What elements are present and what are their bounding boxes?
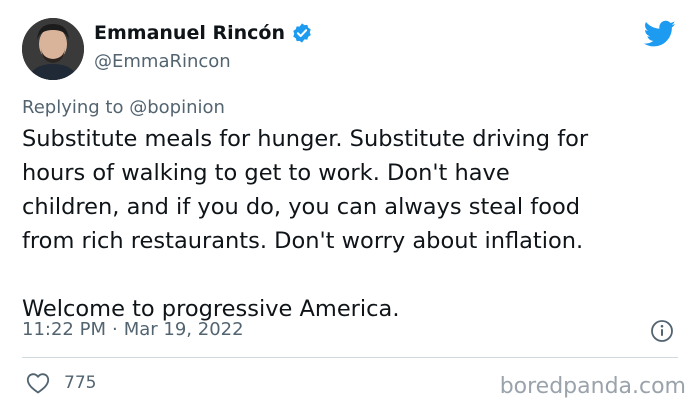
- tweet-card: Emmanuel Rincón @EmmaRincon Replying to …: [0, 0, 700, 410]
- verified-badge-icon: [291, 22, 313, 44]
- author-handle[interactable]: @EmmaRincon: [94, 51, 231, 72]
- tweet-text-line: from rich restaurants. Don't worry about…: [22, 228, 584, 254]
- tweet-text-line: children, and if you do, you can always …: [22, 194, 581, 220]
- avatar-image: [22, 18, 84, 80]
- info-icon[interactable]: [650, 319, 674, 343]
- avatar[interactable]: [22, 18, 84, 80]
- tweet-text-line: hours of walking to get to work. Don't h…: [22, 160, 510, 186]
- heart-icon[interactable]: [26, 372, 50, 394]
- meta-separator: ·: [111, 319, 118, 340]
- tweet-time: 11:22 PM: [22, 319, 106, 340]
- author-name-row: Emmanuel Rincón: [94, 22, 313, 44]
- divider: [22, 357, 678, 358]
- like-count: 775: [64, 373, 97, 393]
- tweet-date: Mar 19, 2022: [123, 319, 244, 340]
- tweet-text: Substitute meals for hunger. Substitute …: [22, 122, 682, 326]
- tweet-text-line: Substitute meals for hunger. Substitute …: [22, 126, 589, 152]
- bird-icon[interactable]: [643, 20, 676, 48]
- tweet-timestamp[interactable]: 11:22 PM · Mar 19, 2022: [22, 319, 244, 340]
- author-display-name[interactable]: Emmanuel Rincón: [94, 22, 285, 44]
- watermark: boredpanda.com: [499, 374, 686, 399]
- reply-context[interactable]: Replying to @bopinion: [22, 97, 225, 118]
